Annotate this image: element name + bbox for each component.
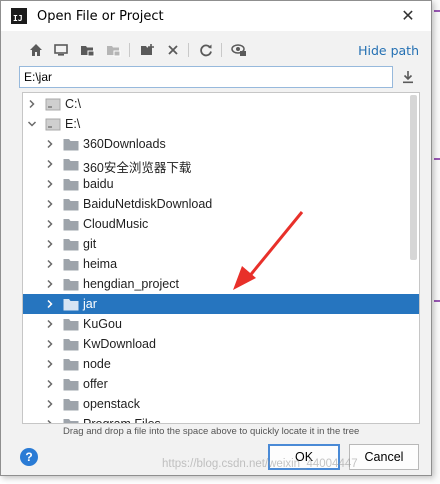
module-folder-icon[interactable] — [104, 41, 122, 59]
folder-icon — [63, 218, 79, 231]
tree-row[interactable]: KwDownload — [23, 334, 419, 354]
tree-row[interactable]: 360安全浏览器下载 — [23, 154, 419, 175]
toolbar: Hide path — [1, 39, 431, 63]
tree-row[interactable]: node — [23, 354, 419, 374]
folder-icon — [63, 238, 79, 251]
chevron-right-icon[interactable] — [45, 259, 55, 269]
folder-icon — [63, 338, 79, 351]
background-mark — [434, 300, 440, 302]
chevron-right-icon[interactable] — [45, 179, 55, 189]
dialog-title: Open File or Project — [37, 8, 164, 24]
project-folder-icon[interactable] — [78, 41, 96, 59]
file-tree[interactable]: C:\ E:\ 360Downloads 360安全浏览器下载 baidu BaiduNe… — [22, 92, 420, 424]
chevron-right-icon[interactable] — [45, 159, 55, 169]
chevron-right-icon[interactable] — [45, 379, 55, 389]
tree-item-label: C:\ — [65, 97, 81, 111]
folder-icon — [63, 258, 79, 271]
tree-item-label: KwDownload — [83, 337, 156, 351]
tree-row[interactable]: Program Files — [23, 414, 419, 424]
chevron-right-icon[interactable] — [45, 239, 55, 249]
watermark: https://blog.csdn.net/weixin_44004447 — [162, 458, 358, 470]
new-folder-icon[interactable] — [138, 41, 156, 59]
folder-icon — [63, 278, 79, 291]
tree-item-label: offer — [83, 377, 108, 391]
tree-item-label: BaiduNetdiskDownload — [83, 197, 213, 211]
chevron-down-icon[interactable] — [27, 119, 37, 129]
chevron-right-icon[interactable] — [27, 99, 37, 109]
open-file-dialog: IJ Open File or Project ✕ Hide path E:\j… — [0, 0, 432, 476]
folder-icon — [63, 198, 79, 211]
cancel-button[interactable]: Cancel — [349, 444, 419, 470]
tree-item-label: Program Files — [83, 417, 161, 424]
background-mark — [434, 10, 440, 12]
folder-icon — [63, 298, 79, 311]
refresh-icon[interactable] — [197, 41, 215, 59]
tree-row[interactable]: E:\ — [23, 114, 419, 134]
tree-item-label: openstack — [83, 397, 140, 411]
tree-item-label: heima — [83, 257, 118, 271]
drive-icon — [45, 98, 61, 111]
chevron-right-icon[interactable] — [45, 219, 55, 229]
chevron-right-icon[interactable] — [45, 279, 55, 289]
title-bar: IJ Open File or Project ✕ — [1, 1, 431, 31]
drive-icon — [45, 118, 61, 131]
chevron-right-icon[interactable] — [45, 319, 55, 329]
show-hidden-icon[interactable] — [230, 41, 248, 59]
folder-icon — [63, 138, 79, 151]
delete-icon[interactable] — [164, 41, 182, 59]
hide-path-link[interactable]: Hide path — [358, 43, 419, 58]
path-row — [19, 66, 417, 88]
desktop-icon[interactable] — [52, 41, 70, 59]
intellij-app-icon: IJ — [11, 8, 27, 24]
background-mark — [434, 158, 440, 160]
tree-item-label: hengdian_project — [83, 277, 179, 291]
tree-row[interactable]: C:\ — [23, 94, 419, 114]
folder-icon — [63, 418, 79, 423]
tree-item-label: baidu — [83, 177, 114, 191]
tree-item-label: KuGou — [83, 317, 122, 331]
toolbar-separator — [129, 43, 130, 57]
tree-item-label: node — [83, 357, 111, 371]
folder-icon — [63, 158, 79, 171]
chevron-right-icon[interactable] — [45, 359, 55, 369]
tree-row[interactable]: KuGou — [23, 314, 419, 334]
chevron-right-icon[interactable] — [45, 339, 55, 349]
tree-row[interactable]: heima — [23, 254, 419, 274]
folder-icon — [63, 378, 79, 391]
tree-row[interactable]: CloudMusic — [23, 214, 419, 234]
folder-icon — [63, 318, 79, 331]
tree-row[interactable]: offer — [23, 374, 419, 394]
help-button[interactable]: ? — [20, 448, 38, 466]
tree-row[interactable]: git — [23, 234, 419, 254]
chevron-right-icon[interactable] — [45, 399, 55, 409]
tree-row[interactable]: hengdian_project — [23, 274, 419, 294]
tree-row[interactable]: openstack — [23, 394, 419, 414]
folder-icon — [63, 398, 79, 411]
chevron-right-icon[interactable] — [45, 199, 55, 209]
tree-item-label: jar — [83, 297, 97, 311]
folder-icon — [63, 178, 79, 191]
toolbar-separator — [188, 43, 189, 57]
download-icon[interactable] — [399, 68, 417, 86]
close-icon[interactable]: ✕ — [399, 6, 417, 25]
tree-item-label: 360Downloads — [83, 137, 166, 151]
toolbar-separator — [221, 43, 222, 57]
tree-item-label: CloudMusic — [83, 217, 149, 231]
path-input[interactable] — [19, 66, 393, 88]
drag-drop-hint: Drag and drop a file into the space abov… — [63, 426, 360, 437]
chevron-right-icon[interactable] — [45, 419, 55, 423]
tree-row[interactable]: baidu — [23, 174, 419, 194]
home-icon[interactable] — [27, 41, 45, 59]
chevron-right-icon[interactable] — [45, 139, 55, 149]
tree-row[interactable]: BaiduNetdiskDownload — [23, 194, 419, 214]
folder-icon — [63, 358, 79, 371]
chevron-right-icon[interactable] — [45, 299, 55, 309]
tree-row-selected[interactable]: jar — [23, 294, 419, 314]
tree-row[interactable]: 360Downloads — [23, 134, 419, 154]
tree-item-label: git — [83, 237, 97, 251]
tree-item-label: E:\ — [65, 117, 81, 131]
